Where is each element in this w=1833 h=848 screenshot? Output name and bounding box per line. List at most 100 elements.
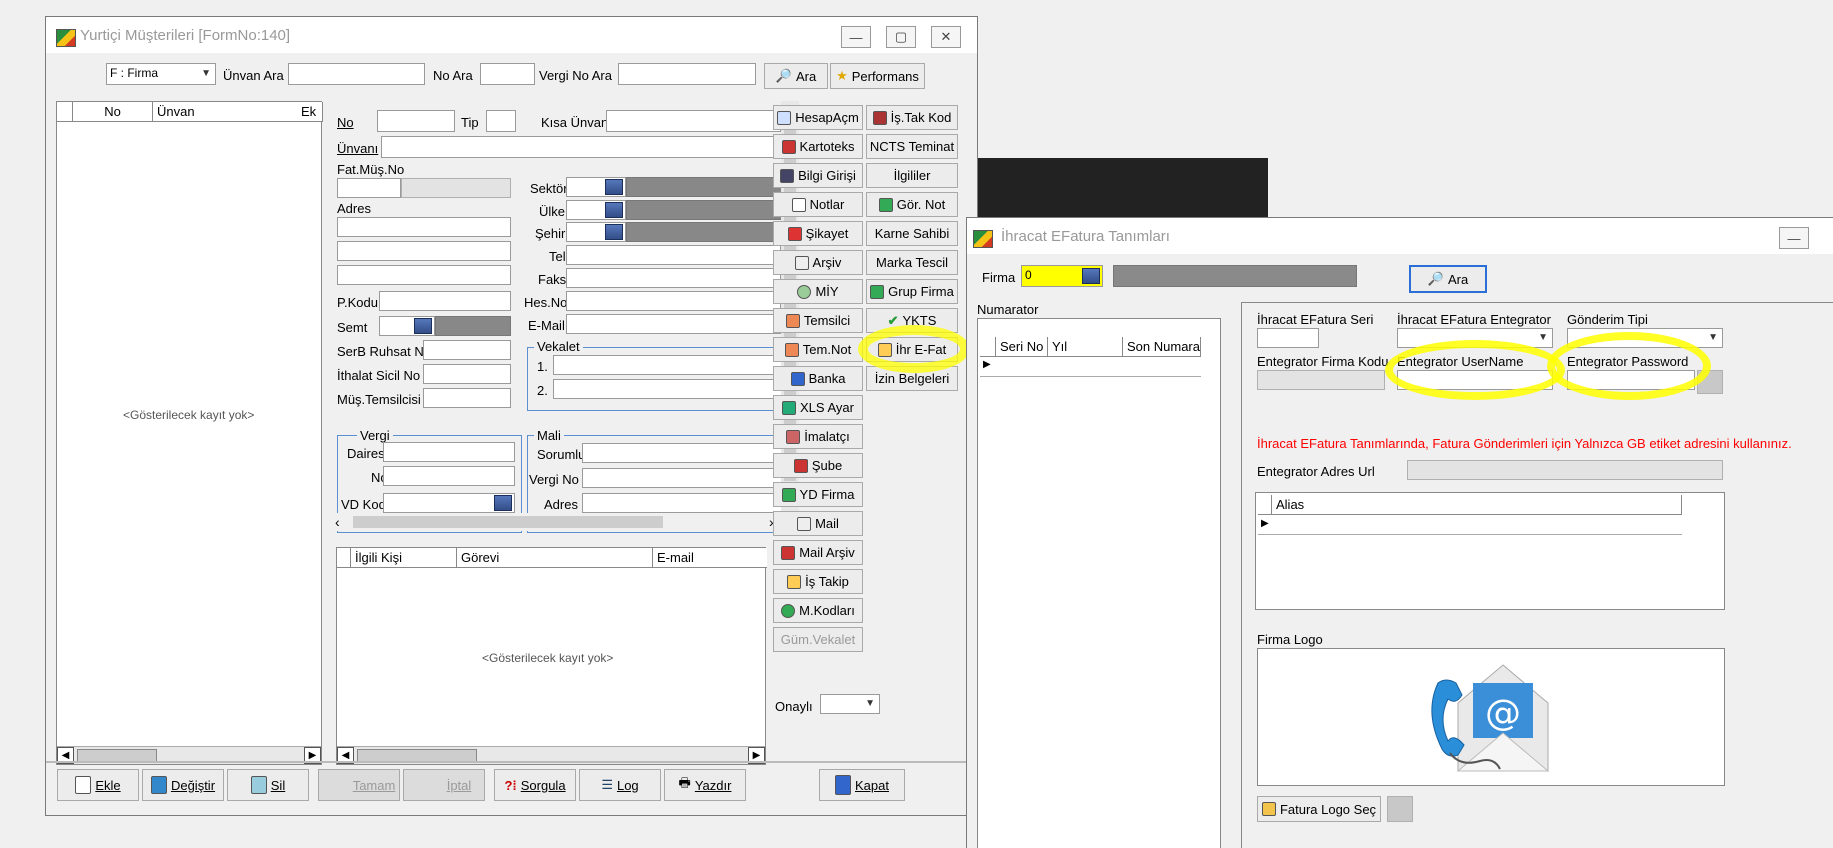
mus-temsilcisi-input[interactable] (423, 388, 511, 408)
tip-input[interactable] (486, 110, 516, 132)
scroll-left-icon[interactable]: ‹ (335, 514, 340, 530)
grid-header-seri-no[interactable]: Seri No (996, 337, 1048, 357)
vekalet-1-input[interactable] (553, 355, 781, 375)
mail-button[interactable]: Mail (773, 511, 863, 536)
grid-header-no[interactable]: No (73, 102, 153, 122)
vergi-no-ara-input[interactable] (618, 63, 756, 85)
alias-row[interactable]: ▶ (1258, 515, 1682, 535)
grid-header-ek[interactable]: Ek (299, 102, 323, 122)
kartoteks-button[interactable]: Kartoteks (773, 134, 863, 159)
no-ara-input[interactable] (480, 63, 535, 85)
ara-button[interactable]: 🔎 Ara (764, 63, 828, 89)
fatura-logo-sec-button[interactable]: Fatura Logo Seç (1257, 796, 1381, 822)
kisa-unvani-input[interactable] (606, 110, 781, 132)
karne-sahibi-button[interactable]: Karne Sahibi (866, 221, 958, 246)
marka-tescil-button[interactable]: Marka Tescil (866, 250, 958, 275)
close-button[interactable]: ✕ (931, 26, 961, 48)
numarator-row[interactable]: ▶ (980, 357, 1201, 377)
alias-grid[interactable]: Alias ▶ (1255, 492, 1725, 610)
firma-kodu-input[interactable] (1257, 370, 1385, 390)
mali-vergi-no-input[interactable] (582, 468, 781, 488)
grid-header-yil[interactable]: Yıl (1048, 337, 1123, 357)
adres-url-input[interactable] (1407, 460, 1723, 480)
unvan-ara-input[interactable] (288, 63, 425, 85)
seri-input[interactable] (1257, 328, 1319, 348)
notlar-button[interactable]: Notlar (773, 192, 863, 217)
vekalet-2-input[interactable] (553, 379, 781, 399)
pkodu-input[interactable] (379, 291, 511, 311)
ncts-teminat-button[interactable]: NCTS Teminat (866, 134, 958, 159)
adres-input-2[interactable] (337, 241, 511, 261)
vergi-no-input[interactable] (383, 466, 515, 486)
email-input[interactable] (566, 314, 781, 334)
arsiv-button[interactable]: Arşiv (773, 250, 863, 275)
gor-not-button[interactable]: Gör. Not (866, 192, 958, 217)
minimize-button[interactable]: — (1779, 227, 1809, 249)
adres-input-3[interactable] (337, 265, 511, 285)
contacts-grid[interactable]: İlgili Kişi Görevi E-mail <Gösterilecek … (336, 547, 767, 765)
ilgililer-button[interactable]: İlgililer (866, 163, 958, 188)
hesno-input[interactable] (566, 291, 781, 311)
type-combo[interactable]: F : Firma ▼ (106, 63, 216, 85)
lookup-icon[interactable] (414, 318, 432, 334)
performans-button[interactable]: ★ Performans (830, 63, 925, 89)
sikayet-button[interactable]: Şikayet (773, 221, 863, 246)
vergi-dairesi-input[interactable] (383, 442, 515, 462)
banka-button[interactable]: Banka (773, 366, 863, 391)
iptal-button[interactable]: İptal (403, 769, 485, 801)
scroll-thumb[interactable] (353, 516, 663, 528)
form-hscrollbar[interactable]: ‹ › (331, 513, 781, 531)
lookup-icon[interactable] (1082, 268, 1100, 284)
firma-logo-box[interactable]: @ (1257, 648, 1725, 786)
grid-header-ilgili-kisi[interactable]: İlgili Kişi (351, 548, 457, 568)
vd-kod-input[interactable] (383, 493, 515, 513)
grid-header-unvan[interactable]: Ünvan (153, 102, 319, 122)
lookup-icon[interactable] (494, 495, 512, 511)
minimize-button[interactable]: — (841, 26, 871, 48)
temsilci-button[interactable]: Temsilci (773, 308, 863, 333)
numarator-grid[interactable]: Seri No Yıl Son Numara ▶ (977, 318, 1221, 848)
faks-input[interactable] (566, 268, 781, 288)
export-ara-button[interactable]: 🔎 Ara (1409, 265, 1487, 293)
imalatci-button[interactable]: İmalatçı (773, 424, 863, 449)
mali-sorumlu-input[interactable] (582, 443, 781, 463)
sil-button[interactable]: Sil (227, 769, 309, 801)
tamam-button[interactable]: Tamam (318, 769, 400, 801)
yazdir-button[interactable]: 🖶 Yazdır (664, 769, 746, 801)
grid-header-alias[interactable]: Alias (1272, 495, 1682, 515)
xls-ayar-button[interactable]: XLS Ayar (773, 395, 863, 420)
grid-header-email[interactable]: E-mail (653, 548, 767, 568)
miy-button[interactable]: MİY (773, 279, 863, 304)
sube-button[interactable]: Şube (773, 453, 863, 478)
kapat-button[interactable]: Kapat (819, 769, 905, 801)
grid-header-gorevi[interactable]: Görevi (457, 548, 653, 568)
fat-mus-no-input[interactable] (337, 178, 401, 198)
is-takip-button[interactable]: İş Takip (773, 569, 863, 594)
gum-vekalet-button[interactable]: Güm.Vekalet (773, 627, 863, 652)
grid-header-son-numara[interactable]: Son Numara (1123, 337, 1201, 357)
unvani-input[interactable] (381, 136, 781, 158)
yd-firma-button[interactable]: YD Firma (773, 482, 863, 507)
sehir-input[interactable] (566, 222, 626, 242)
sorgula-button[interactable]: ?⁞ Sorgula (494, 769, 576, 801)
is-tak-kod-button[interactable]: İş.Tak Kod (866, 105, 958, 130)
onayli-combo[interactable]: ▼ (820, 694, 880, 714)
lookup-icon[interactable] (605, 224, 623, 240)
no-input[interactable] (377, 110, 455, 132)
ekle-button[interactable]: Ekle (57, 769, 139, 801)
degistir-button[interactable]: Değiştir (142, 769, 224, 801)
tel-input[interactable] (566, 245, 781, 265)
adres-input-1[interactable] (337, 217, 511, 237)
ithalat-input[interactable] (423, 364, 511, 384)
ulke-input[interactable] (566, 200, 626, 220)
sektor-input[interactable] (566, 177, 626, 197)
mail-arsiv-button[interactable]: Mail Arşiv (773, 540, 863, 565)
lookup-icon[interactable] (605, 202, 623, 218)
maximize-button[interactable]: ▢ (886, 26, 916, 48)
serb-input[interactable] (423, 340, 511, 360)
left-grid[interactable]: No Ünvan Ek <Gösterilecek kayıt yok> ◀ ▶ (56, 101, 323, 765)
tem-not-button[interactable]: Tem.Not (773, 337, 863, 362)
mali-adres-input[interactable] (582, 493, 781, 513)
grup-firma-button[interactable]: Grup Firma (866, 279, 958, 304)
lookup-icon[interactable] (605, 179, 623, 195)
